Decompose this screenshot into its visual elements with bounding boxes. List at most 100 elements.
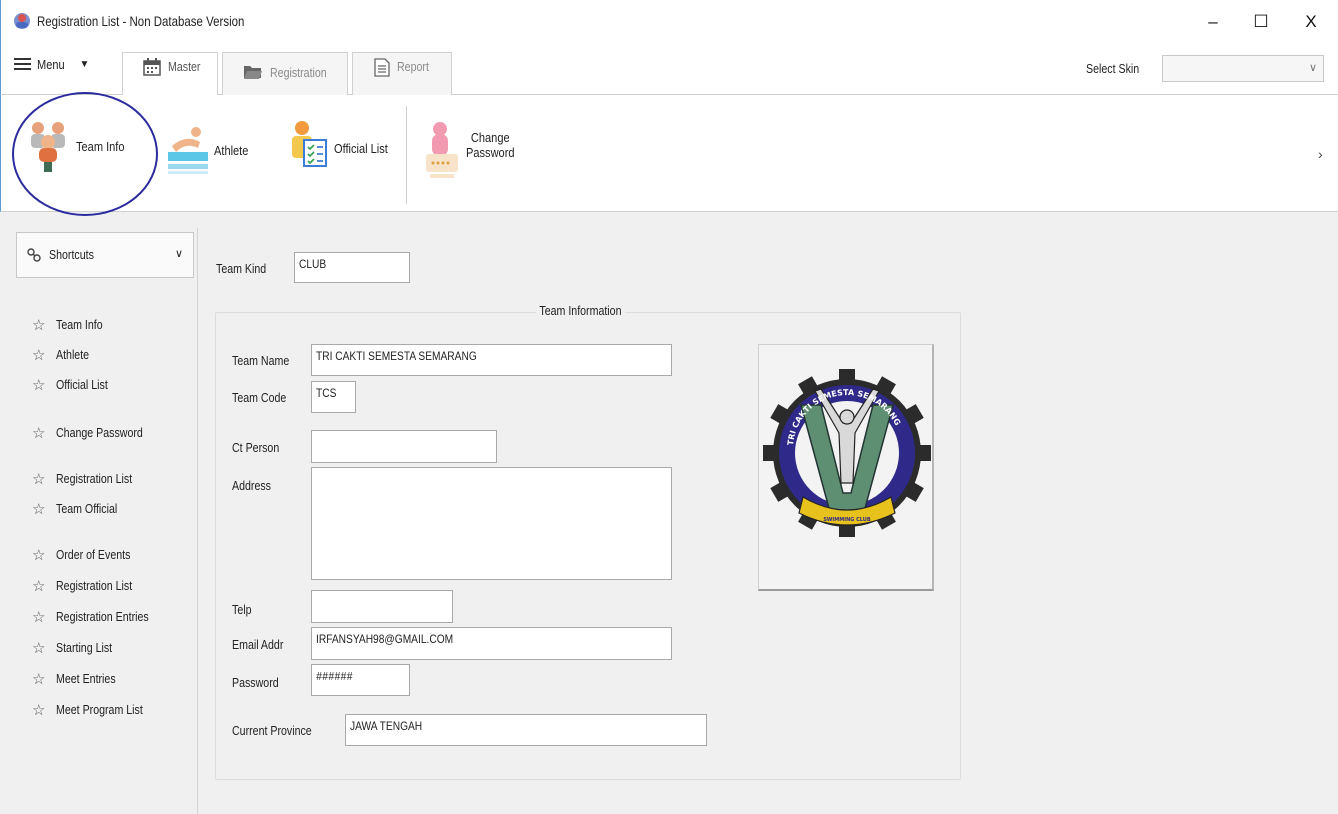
ribbon-official-list-label: Official List	[334, 140, 388, 156]
password-field[interactable]: ######	[311, 664, 410, 696]
ribbon-change-password-label: Change Password	[466, 130, 515, 160]
sidebar-item-label: Registration List	[56, 472, 133, 486]
tab-report-content[interactable]: Report	[374, 52, 435, 94]
team-code-field[interactable]: TCS	[311, 381, 356, 413]
sidebar-item-label: Change Password	[56, 426, 143, 440]
sidebar-item-label: Team Official	[56, 502, 118, 516]
ribbon-change-password-button[interactable]: Change Password	[424, 120, 523, 180]
lock-icon	[426, 122, 458, 178]
sidebar-item-meet-entries[interactable]: ☆ Meet Entries	[32, 670, 126, 688]
tab-registration-content[interactable]: Registration	[243, 58, 337, 100]
address-field[interactable]	[311, 467, 672, 580]
star-icon: ☆	[32, 501, 46, 518]
star-icon: ☆	[32, 425, 46, 442]
sidebar-item-registration-entries[interactable]: ☆ Registration Entries	[32, 608, 165, 626]
sidebar-item-label: Official List	[56, 378, 108, 392]
tab-report-label: Report	[397, 60, 429, 74]
skin-select[interactable]: ∨	[1162, 55, 1324, 82]
team-kind-value: CLUB	[299, 257, 327, 271]
email-field[interactable]: IRFANSYAH98@GMAIL.COM	[311, 627, 672, 660]
star-icon: ☆	[32, 347, 46, 364]
window-title: Registration List - Non Database Version	[37, 13, 245, 29]
team-kind-label: Team Kind	[216, 262, 267, 276]
ribbon-divider	[406, 106, 407, 204]
team-name-label: Team Name	[232, 354, 290, 368]
official-icon	[292, 121, 327, 167]
sidebar-item-meet-program-list[interactable]: ☆ Meet Program List	[32, 701, 158, 719]
sidebar-item-label: Meet Entries	[56, 672, 116, 686]
star-icon: ☆	[32, 578, 46, 595]
team-icon	[31, 122, 65, 172]
sidebar-item-change-password[interactable]: ☆ Change Password	[32, 424, 158, 442]
ct-person-label: Ct Person	[232, 441, 280, 455]
tab-registration-label: Registration	[270, 66, 327, 80]
sidebar-item-label: Team Info	[56, 318, 103, 332]
logo-banner-text: SWIMMING CLUB	[823, 517, 871, 523]
sidebar-item-starting-list[interactable]: ☆ Starting List	[32, 639, 122, 657]
link-icon	[27, 248, 41, 262]
chevron-right-icon[interactable]: ›	[1318, 146, 1323, 162]
star-icon: ☆	[32, 640, 46, 657]
shortcuts-header-label: Shortcuts	[49, 248, 94, 262]
ribbon-team-info-button[interactable]: Team Info	[28, 118, 133, 174]
sidebar-item-label: Starting List	[56, 641, 113, 655]
sidebar-item-team-info[interactable]: ☆ Team Info	[32, 316, 111, 334]
caret-down-icon: ▼	[79, 58, 90, 70]
group-title: Team Information	[536, 304, 625, 318]
swimmer-icon	[168, 127, 208, 174]
team-code-value: TCS	[316, 386, 337, 400]
star-icon: ☆	[32, 671, 46, 688]
password-value: ######	[316, 670, 353, 684]
telp-field[interactable]	[311, 590, 453, 623]
province-field[interactable]: JAWA TENGAH	[345, 714, 707, 746]
team-logo-frame[interactable]: TRI CAKTI SEMESTA SEMARANG SWIMMING CLUB	[758, 344, 934, 591]
sidebar-item-label: Athlete	[56, 348, 90, 362]
calendar-icon	[143, 58, 161, 76]
province-label: Current Province	[232, 724, 312, 738]
sidebar-item-label: Registration Entries	[56, 610, 149, 624]
address-label: Address	[232, 479, 271, 493]
maximize-button[interactable]: ☐	[1241, 8, 1281, 36]
star-icon: ☆	[32, 317, 46, 334]
team-name-field[interactable]: TRI CAKTI SEMESTA SEMARANG	[311, 344, 672, 376]
password-label: Password	[232, 676, 279, 690]
team-code-label: Team Code	[232, 391, 287, 405]
star-icon: ☆	[32, 377, 46, 394]
close-button[interactable]: X	[1291, 8, 1331, 36]
shortcuts-header[interactable]: Shortcuts ∨	[16, 232, 194, 278]
minimize-button[interactable]: –	[1193, 8, 1233, 36]
chevron-down-icon: ∨	[174, 248, 183, 260]
sidebar-item-label: Registration List	[56, 579, 133, 593]
title-bar: Registration List - Non Database Version…	[0, 0, 1338, 42]
sidebar-item-registration-list[interactable]: ☆ Registration List	[32, 470, 146, 488]
team-logo: TRI CAKTI SEMESTA SEMARANG SWIMMING CLUB	[763, 369, 931, 537]
sidebar-item-athlete[interactable]: ☆ Athlete	[32, 346, 95, 364]
ribbon-athlete-button[interactable]: Athlete	[168, 124, 254, 176]
sidebar-item-official-list[interactable]: ☆ Official List	[32, 376, 117, 394]
team-name-value: TRI CAKTI SEMESTA SEMARANG	[316, 349, 477, 363]
team-kind-field[interactable]: CLUB	[294, 252, 410, 283]
folder-icon	[244, 66, 262, 79]
tab-master-label: Master	[168, 60, 201, 74]
app-icon	[14, 13, 30, 29]
sidebar-item-order-of-events[interactable]: ☆ Order of Events	[32, 546, 144, 564]
sidebar-item-team-official[interactable]: ☆ Team Official	[32, 500, 128, 518]
document-icon	[374, 58, 390, 77]
menu-label: Menu	[37, 56, 65, 72]
telp-label: Telp	[232, 603, 252, 617]
sidebar-item-registration-list-2[interactable]: ☆ Registration List	[32, 577, 146, 595]
email-value: IRFANSYAH98@GMAIL.COM	[316, 632, 454, 646]
star-icon: ☆	[32, 547, 46, 564]
ribbon-athlete-label: Athlete	[214, 142, 249, 158]
ribbon-team-info-label: Team Info	[76, 138, 125, 154]
ribbon-official-list-button[interactable]: Official List	[290, 120, 397, 176]
ct-person-field[interactable]	[311, 430, 497, 463]
email-label: Email Addr	[232, 638, 284, 652]
chevron-down-icon: ∨	[1308, 62, 1317, 74]
star-icon: ☆	[32, 702, 46, 719]
menu-button[interactable]: Menu ▼	[14, 52, 89, 76]
skin-label: Select Skin	[1086, 62, 1140, 76]
tab-master-content[interactable]: Master	[143, 52, 206, 94]
province-value: JAWA TENGAH	[350, 719, 423, 733]
sidebar-item-label: Meet Program List	[56, 703, 143, 717]
